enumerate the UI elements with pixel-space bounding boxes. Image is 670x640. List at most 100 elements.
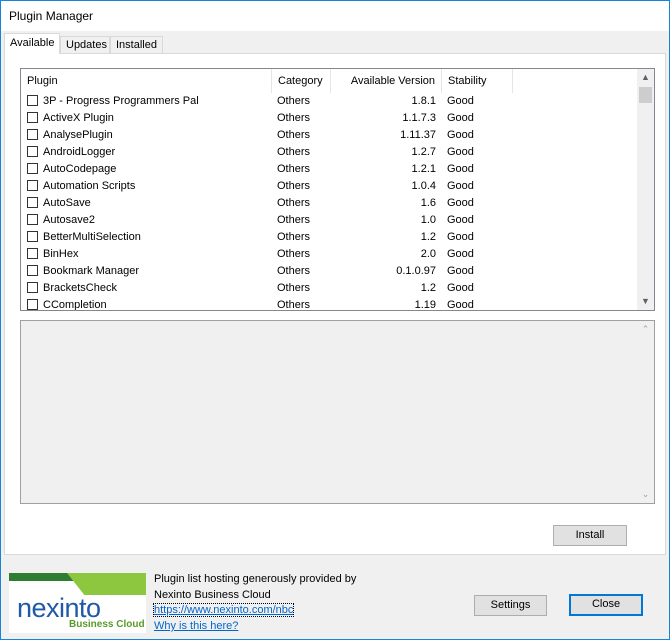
available-tab-panel: Plugin Category Available Version Stabil… (4, 53, 666, 555)
plugin-stability: Good (447, 112, 474, 124)
plugin-category: Others (277, 146, 311, 158)
window-title: Plugin Manager (9, 9, 94, 23)
plugin-category: Others (277, 163, 311, 175)
plugin-checkbox[interactable] (27, 180, 38, 191)
scrollbar-thumb[interactable] (639, 87, 652, 103)
plugin-name: BetterMultiSelection (43, 231, 141, 243)
plugin-name: ActiveX Plugin (43, 112, 114, 124)
host-name: Nexinto Business Cloud (154, 589, 271, 601)
plugin-category: Others (277, 265, 311, 277)
logo-lime-bar (67, 573, 146, 595)
plugin-checkbox[interactable] (27, 214, 38, 225)
plugin-list[interactable]: Plugin Category Available Version Stabil… (20, 68, 655, 311)
plugin-checkbox[interactable] (27, 163, 38, 174)
plugin-stability: Good (447, 299, 474, 311)
install-button[interactable]: Install (553, 525, 627, 546)
plugin-stability: Good (447, 231, 474, 243)
scroll-down-arrow-icon[interactable]: ⌄ (637, 486, 654, 503)
nexinto-logo: nexinto Business Cloud (9, 573, 146, 633)
plugin-row[interactable]: AutoSave Others 1.6 Good (21, 195, 636, 212)
plugin-category: Others (277, 95, 311, 107)
plugin-stability: Good (447, 197, 474, 209)
plugin-row[interactable]: AnalysePlugin Others 1.11.37 Good (21, 127, 636, 144)
tab-available[interactable]: Available (4, 33, 60, 54)
plugin-row[interactable]: ActiveX Plugin Others 1.1.7.3 Good (21, 110, 636, 127)
plugin-row[interactable]: AndroidLogger Others 1.2.7 Good (21, 144, 636, 161)
plugin-category: Others (277, 214, 311, 226)
plugin-category: Others (277, 231, 311, 243)
column-header-plugin[interactable]: Plugin (21, 69, 272, 93)
plugin-stability: Good (447, 180, 474, 192)
plugin-version: 1.1.7.3 (402, 112, 436, 124)
plugin-row[interactable]: BracketsCheck Others 1.2 Good (21, 280, 636, 297)
footer: nexinto Business Cloud Plugin list hosti… (1, 557, 669, 639)
plugin-row[interactable]: 3P - Progress Programmers Pal Others 1.8.1… (21, 93, 636, 110)
plugin-version: 1.0 (420, 214, 436, 226)
scroll-down-arrow-icon[interactable]: ▼ (637, 293, 654, 310)
plugin-checkbox[interactable] (27, 112, 38, 123)
settings-button[interactable]: Settings (474, 595, 547, 616)
plugin-name: 3P - Progress Programmers Pal (43, 95, 199, 107)
plugin-checkbox[interactable] (27, 248, 38, 259)
plugin-version: 1.2 (420, 282, 436, 294)
plugin-checkbox[interactable] (27, 197, 38, 208)
plugin-version: 1.6 (420, 197, 436, 209)
plugin-stability: Good (447, 214, 474, 226)
tab-updates[interactable]: Updates (60, 36, 110, 53)
plugin-name: BracketsCheck (43, 282, 117, 294)
plugin-category: Others (277, 180, 311, 192)
plugin-checkbox[interactable] (27, 146, 38, 157)
plugin-stability: Good (447, 129, 474, 141)
host-url-link[interactable]: https://www.nexinto.com/nbc (152, 603, 295, 617)
plugin-checkbox[interactable] (27, 265, 38, 276)
plugin-category: Others (277, 197, 311, 209)
logo-subtext: Business Cloud (69, 619, 145, 630)
plugin-stability: Good (447, 265, 474, 277)
hosting-text: Plugin list hosting generously provided … (154, 573, 357, 585)
plugin-version: 2.0 (420, 248, 436, 260)
plugin-checkbox[interactable] (27, 299, 38, 310)
plugin-version: 0.1.0.97 (396, 265, 436, 277)
plugin-checkbox[interactable] (27, 231, 38, 242)
plugin-name: CCompletion (43, 299, 107, 311)
plugin-row[interactable]: Bookmark Manager Others 0.1.0.97 Good (21, 263, 636, 280)
plugin-name: BinHex (43, 248, 79, 260)
column-header-stability[interactable]: Stability (442, 69, 513, 93)
plugin-list-scrollbar[interactable]: ▲ ▼ (637, 69, 654, 310)
plugin-row[interactable]: CCompletion Others 1.19 Good (21, 297, 636, 311)
plugin-row[interactable]: AutoCodepage Others 1.2.1 Good (21, 161, 636, 178)
column-header-category[interactable]: Category (272, 69, 331, 93)
plugin-name: Autosave2 (43, 214, 95, 226)
plugin-version: 1.2 (420, 231, 436, 243)
plugin-version: 1.2.1 (411, 163, 436, 175)
plugin-version: 1.19 (414, 299, 436, 311)
plugin-description-box[interactable]: ⌃ ⌄ (20, 320, 655, 504)
plugin-row[interactable]: Automation Scripts Others 1.0.4 Good (21, 178, 636, 195)
plugin-version: 1.2.7 (411, 146, 436, 158)
plugin-category: Others (277, 112, 311, 124)
plugin-stability: Good (447, 248, 474, 260)
plugin-name: AutoSave (43, 197, 91, 209)
scroll-up-arrow-icon[interactable]: ⌃ (637, 321, 654, 338)
plugin-version: 1.0.4 (411, 180, 436, 192)
plugin-checkbox[interactable] (27, 129, 38, 140)
why-link[interactable]: Why is this here? (154, 620, 238, 632)
plugin-stability: Good (447, 95, 474, 107)
plugin-row[interactable]: BinHex Others 2.0 Good (21, 246, 636, 263)
scroll-up-arrow-icon[interactable]: ▲ (637, 69, 654, 86)
plugin-category: Others (277, 129, 311, 141)
plugin-stability: Good (447, 146, 474, 158)
column-header-version[interactable]: Available Version (331, 69, 442, 93)
plugin-name: AutoCodepage (43, 163, 117, 175)
plugin-row[interactable]: Autosave2 Others 1.0 Good (21, 212, 636, 229)
description-scrollbar[interactable]: ⌃ ⌄ (637, 321, 654, 503)
plugin-category: Others (277, 299, 311, 311)
close-button[interactable]: Close (569, 594, 643, 616)
plugin-name: AndroidLogger (43, 146, 116, 158)
plugin-checkbox[interactable] (27, 95, 38, 106)
plugin-name: Bookmark Manager (43, 265, 139, 277)
tab-installed[interactable]: Installed (110, 36, 163, 53)
plugin-row[interactable]: BetterMultiSelection Others 1.2 Good (21, 229, 636, 246)
plugin-category: Others (277, 248, 311, 260)
plugin-checkbox[interactable] (27, 282, 38, 293)
